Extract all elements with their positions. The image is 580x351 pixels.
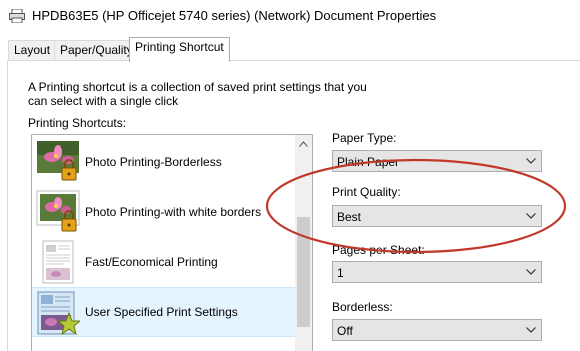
tab-printing-shortcut[interactable]: Printing Shortcut	[129, 37, 230, 62]
pages-per-sheet-dropdown[interactable]: 1	[332, 261, 542, 283]
scroll-up-button[interactable]	[295, 135, 312, 152]
pages-per-sheet-value: 1	[337, 266, 344, 280]
list-item-label: Fast/Economical Printing	[85, 255, 218, 269]
shortcut-description: A Printing shortcut is a collection of s…	[28, 80, 367, 108]
list-item-label: User Specified Print Settings	[85, 305, 238, 319]
photo-lock-icon	[37, 141, 79, 181]
printing-shortcuts-list[interactable]: Photo Printing-Borderless Photo Printing…	[31, 134, 313, 351]
paper-type-value: Plain Paper	[337, 155, 400, 169]
tab-strip: Layout Paper/Quality Printing Shortcut	[0, 37, 580, 62]
list-item-photo-borderless[interactable]: Photo Printing-Borderless	[32, 137, 295, 187]
print-quality-value: Best	[337, 210, 362, 224]
chevron-down-icon	[526, 327, 536, 333]
scroll-thumb[interactable]	[297, 217, 310, 327]
chevron-down-icon	[526, 158, 536, 164]
chevron-down-icon	[526, 269, 536, 275]
list-item-photo-white-borders[interactable]: Photo Printing-with white borders	[32, 187, 295, 237]
list-item-user-specified[interactable]: User Specified Print Settings	[32, 287, 295, 337]
chevron-down-icon	[526, 213, 536, 219]
document-icon	[42, 240, 74, 284]
list-item-label: Photo Printing-Borderless	[85, 155, 222, 169]
tab-layout[interactable]: Layout	[8, 40, 57, 61]
list-scrollbar[interactable]	[295, 135, 312, 351]
printing-shortcuts-label: Printing Shortcuts:	[28, 116, 127, 130]
pages-per-sheet-label: Pages per Sheet:	[332, 243, 425, 257]
paper-type-label: Paper Type:	[332, 131, 397, 145]
borderless-dropdown[interactable]: Off	[332, 319, 542, 341]
list-item-label: Photo Printing-with white borders	[85, 205, 262, 219]
title-bar: HPDB63E5 (HP Officejet 5740 series) (Net…	[0, 0, 580, 32]
printer-icon	[9, 9, 25, 23]
print-quality-dropdown[interactable]: Best	[332, 205, 542, 227]
paper-type-dropdown[interactable]: Plain Paper	[332, 150, 542, 172]
photo-lock-icon	[36, 190, 80, 232]
tab-paper-quality[interactable]: Paper/Quality	[54, 40, 139, 61]
user-settings-star-icon	[37, 291, 80, 335]
chevron-up-icon	[299, 140, 308, 147]
print-quality-label: Print Quality:	[332, 185, 401, 199]
borderless-label: Borderless:	[332, 300, 393, 314]
window-title: HPDB63E5 (HP Officejet 5740 series) (Net…	[32, 8, 437, 23]
list-item-fast-economical[interactable]: Fast/Economical Printing	[32, 237, 295, 287]
borderless-value: Off	[337, 324, 353, 338]
